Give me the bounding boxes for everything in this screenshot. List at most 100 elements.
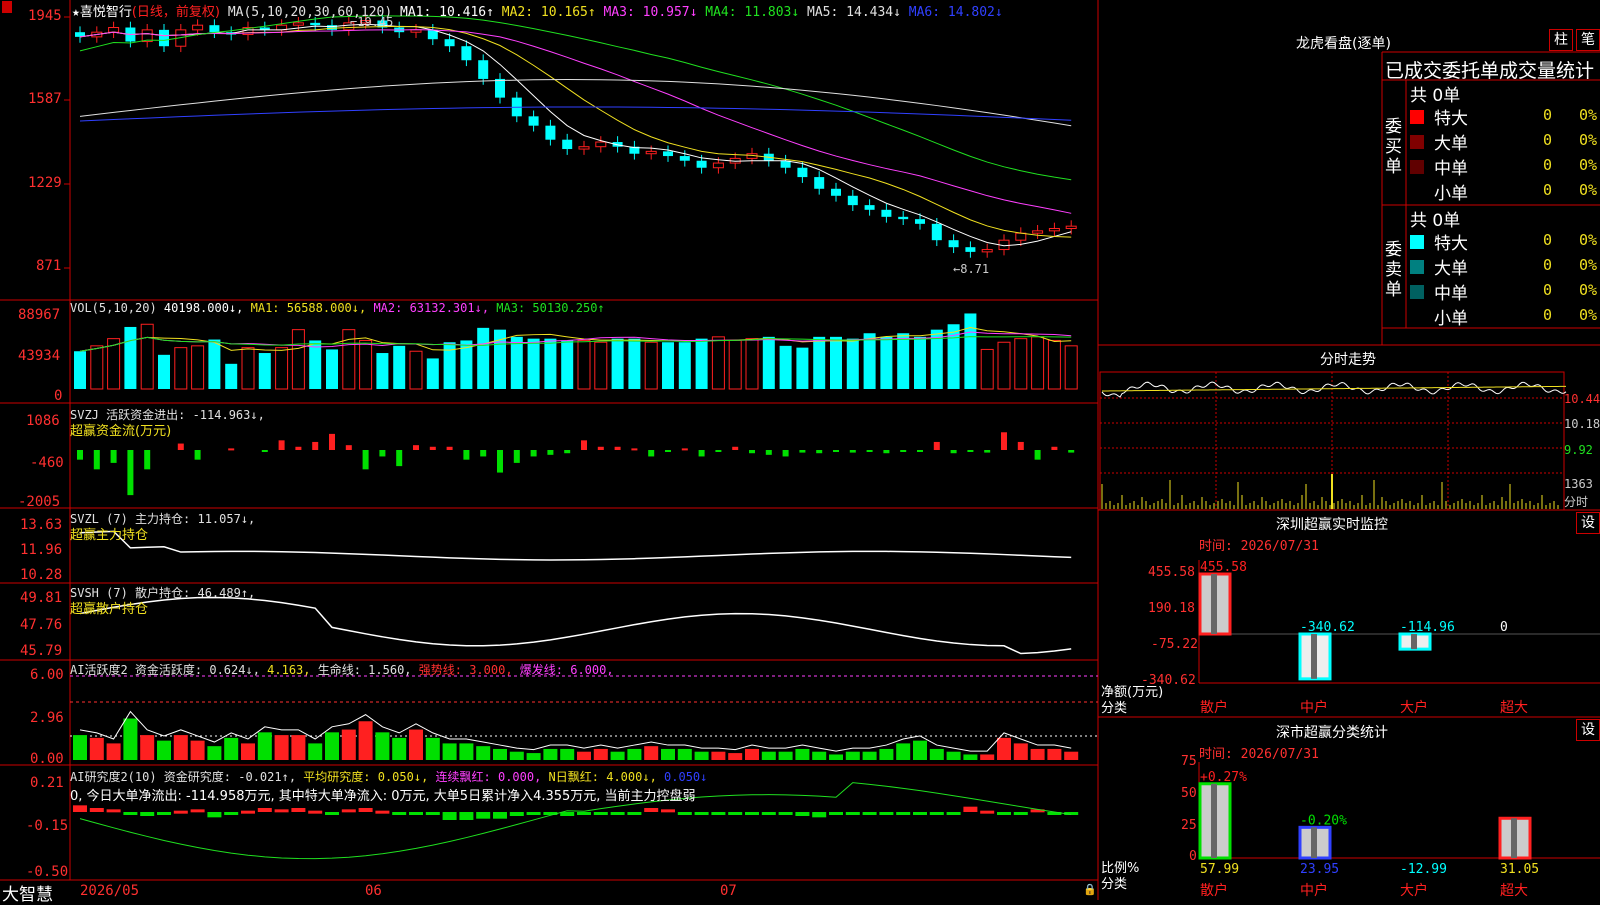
sz-monitor-label-0: 455.58 bbox=[1200, 560, 1247, 575]
vol-bar-28 bbox=[544, 338, 557, 389]
svzj-bar-17 bbox=[362, 450, 369, 470]
sz-stats-title: 深市超赢分类统计 bbox=[1276, 725, 1388, 741]
vol-bar-17 bbox=[359, 339, 373, 390]
svzj-bar-50 bbox=[917, 450, 923, 452]
sz-stats-tick-3: 0 bbox=[1189, 849, 1197, 864]
sz-stats-label-3: 31.05 bbox=[1500, 862, 1539, 877]
sz-monitor-settings-button[interactable]: 设 bbox=[1576, 512, 1600, 534]
buy-row-pct-0: 0% bbox=[1579, 106, 1598, 124]
svzj-bar-19 bbox=[396, 450, 403, 467]
ai2-bar-53 bbox=[963, 806, 978, 812]
ai2-bar-15 bbox=[325, 812, 339, 815]
svzj-bar-56 bbox=[1017, 441, 1024, 450]
sz-monitor-cat-1: 中户 bbox=[1300, 699, 1328, 716]
ai1-bar-47 bbox=[862, 751, 877, 760]
sell-row-value-2: 0 bbox=[1543, 281, 1553, 299]
ai1-bar-15 bbox=[325, 732, 339, 760]
svzj-bar-44 bbox=[816, 450, 823, 454]
ai2-bar-3 bbox=[123, 812, 138, 815]
main-chart-svg[interactable]: 455.58 散户 -340.62 中户 -114.96 大户 0 超大 +0.27% 57.99… bbox=[0, 0, 1600, 900]
vol-bar-55 bbox=[997, 341, 1011, 390]
vol-bar-35 bbox=[662, 342, 674, 389]
ai2-bar-49 bbox=[896, 812, 911, 815]
ai1-bar-48 bbox=[879, 748, 894, 760]
ma-legend-item-2: MA2: 10.165↑ bbox=[493, 5, 596, 20]
ai1-bar-39 bbox=[728, 753, 743, 760]
vol-bar-0 bbox=[74, 351, 86, 389]
svsh-tick-1: 47.76 bbox=[20, 617, 63, 633]
ai2-bar-39 bbox=[728, 812, 743, 815]
sz-stats-xlabel: 分类 bbox=[1101, 877, 1128, 892]
vol-bar-19 bbox=[393, 345, 406, 389]
ai2-bar-0 bbox=[73, 805, 87, 812]
sz-stats-bar-shade-0 bbox=[1211, 783, 1217, 858]
ai2-bar-14 bbox=[308, 810, 323, 814]
candle-body-46 bbox=[847, 195, 858, 206]
ai2-legend-item-0: AI研究度2(10) 资金研究度: -0.021↑, bbox=[70, 770, 297, 784]
ai2-bar-6 bbox=[173, 810, 188, 814]
candle-body-49 bbox=[898, 216, 909, 220]
ai1-bar-40 bbox=[745, 748, 759, 760]
candle-body-50 bbox=[915, 219, 925, 224]
sz-monitor-tick-1: 190.18 bbox=[1148, 601, 1195, 616]
sz-monitor-label-3: 0 bbox=[1500, 620, 1508, 635]
svzj-bar-45 bbox=[833, 450, 839, 452]
buy-total: 共 0单 bbox=[1410, 86, 1461, 106]
ai2-bar-7 bbox=[190, 809, 205, 813]
ma-line-3 bbox=[79, 29, 1072, 214]
vol-bar-54 bbox=[980, 348, 994, 390]
ai1-bar-59 bbox=[1064, 751, 1079, 760]
svzj-bar-58 bbox=[1051, 446, 1058, 450]
buy-row-swatch-2 bbox=[1410, 160, 1424, 174]
svzj-bar-41 bbox=[765, 450, 772, 455]
svzl-line bbox=[79, 530, 1072, 561]
candle-body-38 bbox=[712, 162, 724, 169]
buy-row-value-3: 0 bbox=[1543, 181, 1553, 199]
ai1-bar-23 bbox=[459, 743, 474, 760]
sz-stats-settings-button[interactable]: 设 bbox=[1576, 719, 1600, 741]
ai1-bar-36 bbox=[677, 748, 692, 760]
ai2-bar-2 bbox=[106, 809, 121, 813]
menu-icon[interactable] bbox=[2, 1, 12, 13]
sz-monitor-label-2: -114.96 bbox=[1400, 620, 1455, 635]
ai2-bar-36 bbox=[677, 812, 692, 815]
candle-body-31 bbox=[595, 141, 607, 148]
tick-mode-button[interactable]: 笔 bbox=[1576, 29, 1600, 51]
candle-body-5 bbox=[159, 29, 169, 47]
ai1-bar-50 bbox=[913, 740, 927, 760]
ai1-bar-0 bbox=[73, 735, 87, 760]
svzj-bar-42 bbox=[782, 450, 789, 457]
lock-icon[interactable]: 🔒 bbox=[1083, 883, 1097, 896]
lhb-title: 龙虎看盘(逐单) bbox=[1296, 36, 1391, 52]
vol-bar-21 bbox=[426, 358, 439, 389]
svzj-bar-23 bbox=[463, 450, 470, 460]
sz-monitor-tick-0: 455.58 bbox=[1148, 565, 1195, 580]
svzj-bar-14 bbox=[312, 441, 319, 450]
bar-mode-button[interactable]: 柱 bbox=[1549, 29, 1573, 51]
fenshi-title: 分时走势 bbox=[1320, 352, 1376, 368]
candle-body-54 bbox=[981, 249, 993, 253]
buy-row-label-2: 中单 bbox=[1434, 159, 1468, 179]
ai2-bar-18 bbox=[375, 810, 390, 814]
ai2-bar-54 bbox=[980, 810, 995, 814]
sell-row-swatch-2 bbox=[1410, 285, 1424, 299]
price-tick-3: 871 bbox=[36, 258, 62, 274]
svzj-bar-35 bbox=[665, 450, 671, 452]
ai1-bar-32 bbox=[610, 751, 625, 760]
vol-bar-24 bbox=[477, 327, 490, 389]
sz-stats-tick-1: 50 bbox=[1181, 786, 1197, 801]
svzj-bar-3 bbox=[127, 450, 134, 496]
sz-stats-tick-0: 75 bbox=[1181, 754, 1197, 769]
svzj-bar-39 bbox=[732, 446, 739, 450]
buy-row-label-1: 大单 bbox=[1434, 134, 1468, 154]
svzj-bar-24 bbox=[480, 450, 487, 457]
buy-row-pct-3: 0% bbox=[1579, 181, 1598, 199]
sell-label: 委卖单 bbox=[1385, 240, 1402, 300]
svzj-bar-28 bbox=[547, 450, 554, 455]
sell-row-label-3: 小单 bbox=[1434, 309, 1468, 329]
vol-bar-34 bbox=[644, 341, 658, 390]
vol-bar-4 bbox=[140, 323, 154, 390]
fenshi-price-line bbox=[1101, 381, 1567, 398]
svzj-bar-40 bbox=[749, 450, 755, 454]
ai1-bar-34 bbox=[644, 746, 659, 760]
